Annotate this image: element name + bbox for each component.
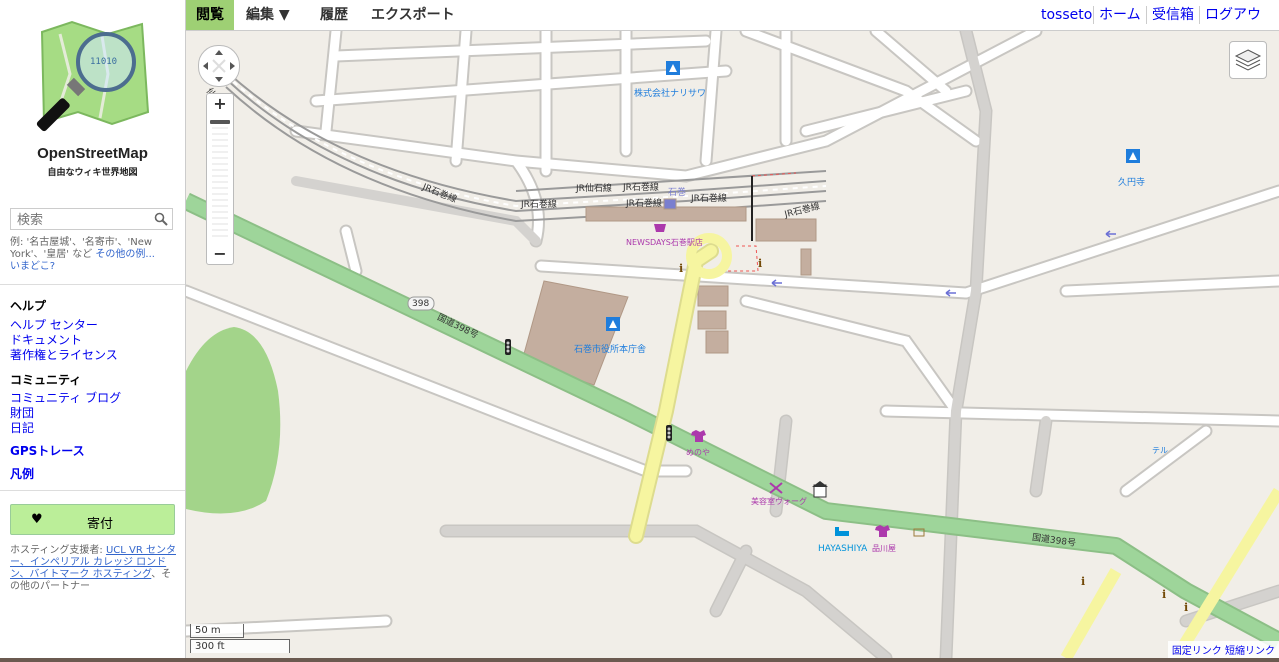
rail-line-label: JR石巻線 [623, 183, 659, 193]
permalink-link[interactable]: 固定リンク [1172, 646, 1222, 657]
tab-export[interactable]: エクスポート [361, 0, 465, 30]
layers-button[interactable] [1229, 41, 1267, 79]
svg-text:i: i [1162, 588, 1166, 601]
heart-icon: ♥ [31, 512, 43, 527]
rail-line-label: JR仙石線 [576, 184, 612, 194]
zoom-control: + − [206, 93, 234, 265]
beauty-salon-label: 美容室ヴォーグ [751, 497, 807, 506]
gps-traces-link[interactable]: GPSトレース [10, 444, 85, 458]
newsdays-label: NEWSDAYS石巻駅店 [626, 238, 703, 247]
user-link[interactable]: tosseto [1036, 0, 1097, 30]
tab-view[interactable]: 閲覧 [186, 0, 234, 30]
hotel-label: HAYASHIYA [818, 544, 868, 554]
divider [0, 490, 185, 491]
shortlink-link[interactable]: 短縮リンク [1225, 646, 1275, 657]
clothes-shop-icon [875, 525, 890, 537]
layers-icon [1234, 49, 1262, 71]
foundation-link[interactable]: 財団 [10, 406, 34, 420]
hosting-prefix: ホスティング支援者: [10, 545, 103, 556]
poi-label: テル [1152, 446, 1168, 455]
traffic-signal-icon [666, 425, 672, 441]
station-label: 石巻 [668, 188, 687, 198]
route-shield-number: 398 [412, 299, 430, 309]
documentation-link[interactable]: ドキュメント [10, 333, 82, 347]
scale-bar: 50 m 300 ft [190, 624, 300, 654]
donate-label: 寄付 [87, 517, 114, 532]
top-navigation: 閲覧 編集 ▼ 履歴 エクスポート tosseto ホーム 受信箱 ログアウト [186, 0, 1279, 53]
traffic-signal-icon [505, 339, 511, 355]
openstreetmap-logo[interactable]: 11010 [30, 14, 155, 139]
rail-line-label: JR石巻線 [691, 194, 727, 204]
svg-text:i: i [679, 262, 683, 275]
map-tiles: iiiii 仙石線 [186, 31, 1279, 658]
search-hint: 例: '名古屋城'、'名寄市'、'New York'、'皇居' など その他の例… [10, 237, 175, 273]
search-input[interactable] [11, 210, 157, 231]
scale-metric: 50 m [190, 624, 244, 638]
zoom-slider[interactable] [210, 118, 230, 242]
zoom-out-button[interactable]: − [207, 244, 233, 264]
tab-history[interactable]: 履歴 [310, 0, 358, 30]
zoom-slider-handle[interactable] [210, 120, 230, 124]
brand-subtitle: 自由なウィキ世界地図 [47, 168, 138, 178]
inbox-link[interactable]: 受信箱 [1147, 0, 1199, 30]
place-of-worship-icon [666, 61, 680, 75]
shop-label: 品川屋 [872, 544, 896, 553]
home-link[interactable]: ホーム [1094, 0, 1146, 30]
park-area [186, 327, 281, 514]
diary-link[interactable]: 日記 [10, 421, 34, 435]
donate-button[interactable]: ♥ 寄付 [10, 504, 175, 535]
shop-label: めのや [686, 448, 710, 457]
brand-title[interactable]: OpenStreetMap [0, 145, 185, 162]
svg-text:i: i [758, 257, 762, 270]
city-hall-label: 石巻市役所本庁舎 [574, 345, 647, 355]
permalink-bar: 固定リンク 短縮リンク [1167, 641, 1279, 658]
help-center-link[interactable]: ヘルプ センター [10, 318, 98, 332]
community-heading: コミュニティ [10, 373, 82, 387]
logout-link[interactable]: ログアウト [1200, 0, 1279, 53]
svg-text:11010: 11010 [90, 57, 117, 67]
pan-control[interactable] [198, 45, 240, 87]
where-am-i-link[interactable]: いまどこ? [10, 261, 55, 272]
zoom-in-button[interactable]: + [207, 94, 233, 114]
more-examples-link[interactable]: その他の例... [95, 249, 155, 260]
search-icon[interactable] [154, 212, 168, 226]
legend-link[interactable]: 凡例 [10, 467, 34, 481]
help-heading: ヘルプ [10, 299, 47, 313]
temple-label: 久円寺 [1118, 178, 1146, 188]
bank-icon [812, 481, 828, 498]
window-bottom-edge [0, 658, 1279, 662]
sidebar: 11010 OpenStreetMap 自由なウィキ世界地図 例: '名古屋城'… [0, 0, 186, 662]
hosting-credits: ホスティング支援者: UCL VR センター、インペリアル カレッジ ロンドン、… [10, 545, 178, 593]
copyright-link[interactable]: 著作権とライセンス [10, 348, 118, 362]
svg-text:i: i [1184, 601, 1188, 614]
shopping-basket-icon [654, 224, 666, 232]
map-canvas[interactable]: iiiii 仙石線 JR石巻線 JR石巻線 JR仙石線 JR石巻線 JR石巻線 … [186, 31, 1279, 658]
community-blog-link[interactable]: コミュニティ ブログ [10, 391, 121, 405]
tab-edit[interactable]: 編集 ▼ [236, 0, 300, 30]
company-label: 株式会社ナリサワ [634, 89, 707, 99]
rail-line-label: JR石巻線 [521, 200, 557, 210]
rail-line-label: JR石巻線 [626, 199, 662, 209]
scale-imperial: 300 ft [190, 639, 290, 653]
town-hall-icon [606, 317, 620, 331]
pan-arrows-icon[interactable] [199, 46, 239, 86]
place-of-worship-icon [1126, 149, 1140, 163]
divider [0, 284, 185, 285]
search-box [10, 208, 173, 231]
hotel-icon [835, 527, 849, 536]
svg-text:i: i [1081, 575, 1085, 588]
